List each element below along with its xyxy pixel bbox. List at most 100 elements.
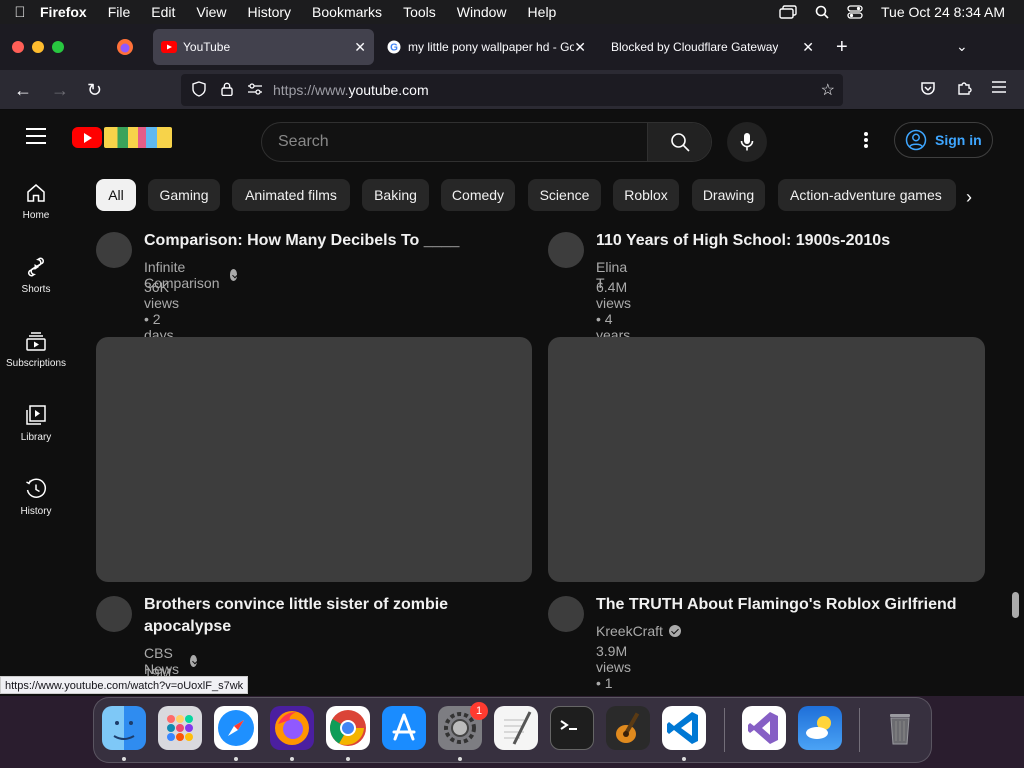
tab-bar: YouTube ✕ G my little pony wallpaper hd …	[0, 24, 1024, 70]
search-input[interactable]	[262, 123, 647, 161]
channel-name[interactable]: KreekCraft	[596, 623, 681, 639]
sidebar-item-shorts[interactable]: Shorts	[0, 250, 72, 310]
menu-help[interactable]: Help	[528, 4, 557, 20]
chip-animated-films[interactable]: Animated films	[232, 179, 350, 211]
terminal-icon[interactable]	[550, 706, 594, 750]
sign-in-button[interactable]: Sign in	[894, 122, 993, 158]
sign-in-label: Sign in	[935, 132, 982, 148]
channel-avatar[interactable]	[548, 232, 584, 268]
channel-avatar[interactable]	[548, 596, 584, 632]
chip-gaming[interactable]: Gaming	[148, 179, 220, 211]
new-tab-icon[interactable]: +	[836, 36, 848, 59]
chip-science[interactable]: Science	[528, 179, 601, 211]
safari-icon[interactable]	[214, 706, 258, 750]
chips-next-chevron-icon[interactable]: ›	[966, 187, 972, 208]
video-thumbnail[interactable]	[548, 337, 985, 582]
chrome-icon[interactable]	[326, 706, 370, 750]
tab-youtube[interactable]: YouTube ✕	[153, 29, 374, 65]
chip-drawing[interactable]: Drawing	[692, 179, 765, 211]
close-tab-icon[interactable]: ✕	[802, 39, 814, 56]
guide-menu-hamburger-icon[interactable]	[26, 128, 46, 144]
running-indicator	[458, 757, 462, 761]
menu-tools[interactable]: Tools	[403, 4, 436, 20]
running-indicator	[346, 757, 350, 761]
visual-studio-code-icon[interactable]	[662, 706, 706, 750]
back-arrow-icon[interactable]: ←	[14, 80, 32, 100]
video-thumbnail[interactable]	[96, 337, 532, 582]
chip-roblox[interactable]: Roblox	[613, 179, 679, 211]
tab-cloudflare-blocked[interactable]: Blocked by Cloudflare Gateway ✕	[598, 29, 822, 65]
sidebar-item-home[interactable]: Home	[0, 176, 72, 236]
launchpad-icon[interactable]	[158, 706, 202, 750]
reload-icon[interactable]: ↻	[87, 80, 102, 100]
url-text[interactable]: https://www.youtube.com	[273, 82, 429, 98]
menu-file[interactable]: File	[108, 4, 131, 20]
forward-arrow-icon[interactable]: →	[51, 80, 69, 100]
menu-edit[interactable]: Edit	[151, 4, 175, 20]
youtube-header: Sign in	[0, 110, 1024, 166]
garageband-icon[interactable]	[606, 706, 650, 750]
sidebar-item-history[interactable]: History	[0, 472, 72, 532]
chip-all[interactable]: All	[96, 179, 136, 211]
tab-google-search[interactable]: G my little pony wallpaper hd - Go ✕	[378, 29, 594, 65]
page-scrollbar-thumb[interactable]	[1012, 592, 1019, 618]
textedit-icon[interactable]	[494, 706, 538, 750]
menubar-clock[interactable]: Tue Oct 24 8:34 AM	[881, 4, 1005, 20]
screen-mirroring-icon[interactable]	[779, 5, 797, 19]
trash-icon[interactable]	[878, 706, 922, 750]
menu-app-name[interactable]: Firefox	[40, 4, 87, 20]
search-box	[261, 122, 712, 162]
settings-more-vert-icon[interactable]	[856, 130, 876, 150]
sidebar-item-subscriptions[interactable]: Subscriptions	[0, 324, 72, 384]
firefox-icon[interactable]	[270, 706, 314, 750]
close-tab-icon[interactable]: ✕	[574, 39, 586, 56]
system-settings-icon[interactable]: 1	[438, 702, 488, 750]
url-domain: youtube.com	[348, 82, 429, 98]
control-center-icon[interactable]	[847, 5, 863, 19]
channel-avatar[interactable]	[96, 232, 132, 268]
chip-action-adventure-games[interactable]: Action-adventure games	[778, 179, 956, 211]
running-indicator	[290, 757, 294, 761]
pocket-icon[interactable]	[920, 80, 936, 101]
voice-search-button[interactable]	[727, 122, 767, 162]
video-title[interactable]: Comparison: How Many Decibels To ____	[144, 230, 524, 252]
search-button[interactable]	[647, 123, 711, 161]
tracking-protection-shield-icon[interactable]	[185, 80, 213, 100]
extensions-puzzle-icon[interactable]	[956, 80, 972, 101]
video-title[interactable]: 110 Years of High School: 1900s-2010s	[596, 230, 976, 252]
spotlight-search-icon[interactable]	[815, 5, 829, 19]
app-store-icon[interactable]	[382, 706, 426, 750]
chip-comedy[interactable]: Comedy	[441, 179, 515, 211]
menu-window[interactable]: Window	[457, 4, 507, 20]
zoom-window-button[interactable]	[52, 41, 64, 53]
dock-separator	[859, 708, 860, 752]
video-title[interactable]: Brothers convince little sister of zombi…	[144, 594, 524, 638]
url-bar[interactable]: https://www.youtube.com ☆	[181, 74, 843, 106]
finder-icon[interactable]	[102, 706, 146, 750]
chip-baking[interactable]: Baking	[362, 179, 429, 211]
site-permissions-icon[interactable]	[241, 82, 269, 98]
menu-view[interactable]: View	[196, 4, 226, 20]
apple-menu-icon[interactable]: 	[0, 4, 40, 21]
bookmark-star-icon[interactable]: ☆	[821, 80, 835, 100]
lock-icon[interactable]	[213, 82, 241, 99]
close-window-button[interactable]	[12, 41, 24, 53]
channel-avatar[interactable]	[96, 596, 132, 632]
minimize-window-button[interactable]	[32, 41, 44, 53]
youtube-favicon-icon	[161, 39, 177, 55]
visual-studio-icon[interactable]	[742, 706, 786, 750]
category-chips-bar: All Gaming Animated films Baking Comedy …	[96, 179, 1024, 211]
youtube-logo-icon[interactable]	[72, 127, 102, 148]
list-all-tabs-chevron-icon[interactable]: ⌄	[956, 38, 968, 55]
youtube-doodle-logo[interactable]	[104, 127, 172, 148]
menu-history[interactable]: History	[247, 4, 291, 20]
video-title[interactable]: The TRUTH About Flamingo's Roblox Girlfr…	[596, 594, 976, 616]
weather-icon[interactable]	[798, 706, 842, 750]
menu-bookmarks[interactable]: Bookmarks	[312, 4, 382, 20]
firefox-view-icon[interactable]	[116, 38, 134, 56]
sidebar-item-label: History	[20, 506, 52, 517]
app-menu-hamburger-icon[interactable]	[992, 80, 1006, 98]
close-tab-icon[interactable]: ✕	[354, 39, 366, 56]
link-status-panel: https://www.youtube.com/watch?v=oUoxlF_s…	[0, 676, 249, 694]
sidebar-item-library[interactable]: Library	[0, 398, 72, 458]
